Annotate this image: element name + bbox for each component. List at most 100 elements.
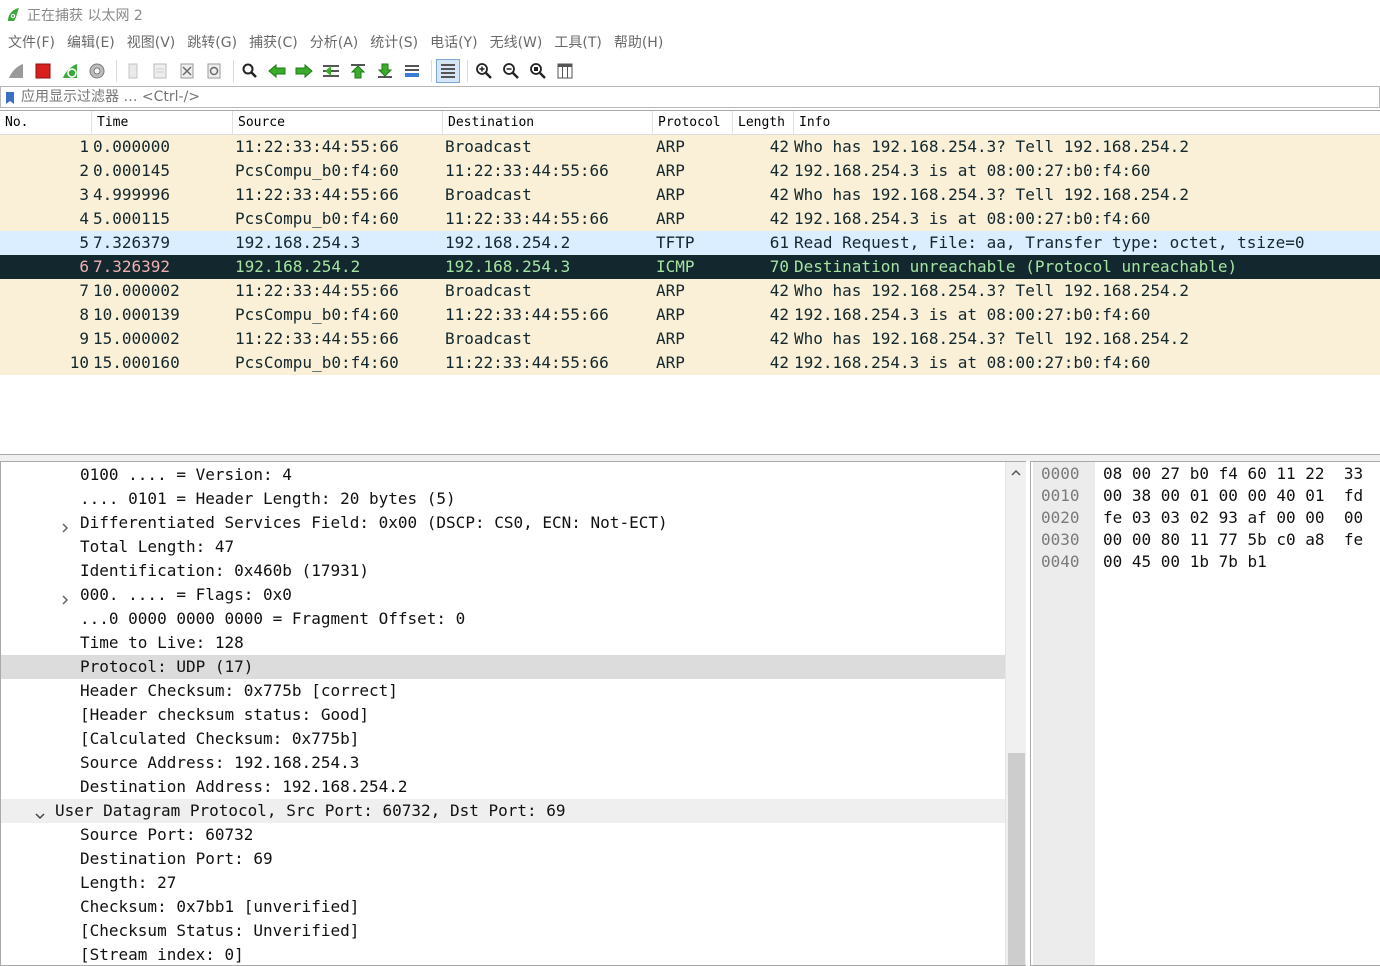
menu-item[interactable]: 工具(T) — [548, 30, 607, 56]
go-first-icon[interactable] — [346, 59, 370, 83]
colorize-icon[interactable] — [436, 59, 460, 83]
packet-details-tree: 0100 .... = Version: 4 .... 0101 = Header… — [1, 463, 1005, 965]
packet-cell-info: Who has 192.168.254.3? Tell 192.168.254.… — [794, 185, 1189, 204]
zoom-in-icon[interactable] — [472, 59, 496, 83]
detail-tree-item[interactable]: .... 0101 = Header Length: 20 bytes (5) — [1, 487, 1005, 511]
column-header-info[interactable]: Info — [794, 111, 1380, 134]
zoom-normal-icon[interactable] — [526, 59, 550, 83]
packet-row[interactable]: 3 4.999996 11:22:33:44:55:66 Broadcast ARP 42… — [0, 183, 1380, 207]
capture-options-icon[interactable] — [85, 59, 109, 83]
byte-hex[interactable]: 00 45 00 1b 7b b1 — [1103, 551, 1267, 573]
detail-tree-item[interactable]: 0100 .... = Version: 4 — [1, 463, 1005, 487]
detail-text: Destination Port: 69 — [80, 849, 273, 868]
column-header-time[interactable]: Time — [92, 111, 233, 134]
chevron-down-icon[interactable] — [34, 805, 46, 820]
display-filter-input[interactable] — [21, 87, 1321, 107]
column-header-destination[interactable]: Destination — [443, 111, 653, 134]
scrollbar-thumb[interactable] — [1008, 753, 1025, 965]
detail-tree-item[interactable]: User Datagram Protocol, Src Port: 60732,… — [1, 799, 1005, 823]
menu-item[interactable]: 捕获(C) — [243, 30, 304, 56]
details-scrollbar[interactable] — [1005, 462, 1026, 965]
detail-tree-item[interactable]: ...0 0000 0000 0000 = Fragment Offset: 0 — [1, 607, 1005, 631]
shark-fin-start-icon[interactable] — [4, 59, 28, 83]
packet-row[interactable]: 10 15.000160 PcsCompu_b0:f4:60 11:22:33:44:… — [0, 351, 1380, 375]
open-file-icon[interactable] — [121, 59, 145, 83]
go-back-icon[interactable] — [265, 59, 289, 83]
detail-tree-item[interactable]: 000. .... = Flags: 0x0 — [1, 583, 1005, 607]
packet-cell-destination: Broadcast — [445, 185, 532, 204]
reload-file-icon[interactable] — [202, 59, 226, 83]
detail-tree-item[interactable]: Source Address: 192.168.254.3 — [1, 751, 1005, 775]
packet-cell-no: 7 — [79, 281, 89, 300]
packet-row[interactable]: 9 15.000002 11:22:33:44:55:66 Broadcast ARP 4… — [0, 327, 1380, 351]
packet-row[interactable]: 6 7.326392 192.168.254.2 192.168.254.3 ICMP 7… — [0, 255, 1380, 279]
resize-columns-icon[interactable] — [553, 59, 577, 83]
detail-tree-item[interactable]: Destination Port: 69 — [1, 847, 1005, 871]
packet-cell-length: 42 — [769, 305, 789, 324]
column-header-protocol[interactable]: Protocol — [653, 111, 733, 134]
packet-cell-no: 4 — [79, 209, 89, 228]
packet-cell-no: 3 — [79, 185, 89, 204]
detail-tree-item[interactable]: [Checksum Status: Unverified] — [1, 919, 1005, 943]
bookmark-icon[interactable] — [5, 90, 15, 104]
packet-cell-protocol: ARP — [656, 353, 685, 372]
byte-hex[interactable]: fe 03 03 02 93 af 00 00 00 — [1103, 507, 1363, 529]
detail-tree-item[interactable]: Time to Live: 128 — [1, 631, 1005, 655]
packet-row[interactable]: 8 10.000139 PcsCompu_b0:f4:60 11:22:33:44:5… — [0, 303, 1380, 327]
packet-row[interactable]: 1 0.000000 11:22:33:44:55:66 Broadcast ARP 42… — [0, 135, 1380, 159]
byte-hex[interactable]: 08 00 27 b0 f4 60 11 22 33 — [1103, 463, 1363, 485]
packet-cell-protocol: ARP — [656, 305, 685, 324]
detail-tree-item[interactable]: Total Length: 47 — [1, 535, 1005, 559]
packet-cell-destination: Broadcast — [445, 281, 532, 300]
detail-tree-item[interactable]: Source Port: 60732 — [1, 823, 1005, 847]
packet-cell-length: 42 — [769, 137, 789, 156]
column-header-source[interactable]: Source — [233, 111, 443, 134]
find-packet-icon[interactable] — [238, 59, 262, 83]
menu-item[interactable]: 跳转(G) — [181, 30, 243, 56]
go-forward-icon[interactable] — [292, 59, 316, 83]
menu-item[interactable]: 电话(Y) — [424, 30, 483, 56]
detail-tree-item[interactable]: Identification: 0x460b (17931) — [1, 559, 1005, 583]
detail-tree-item[interactable]: [Header checksum status: Good] — [1, 703, 1005, 727]
byte-hex[interactable]: 00 38 00 01 00 00 40 01 fd — [1103, 485, 1363, 507]
title-bar: 正在捕获 以太网 2 — [0, 0, 1380, 30]
detail-tree-item[interactable]: Header Checksum: 0x775b [correct] — [1, 679, 1005, 703]
menu-item[interactable]: 视图(V) — [121, 30, 182, 56]
scroll-up-icon[interactable] — [1009, 465, 1023, 479]
menu-item[interactable]: 无线(W) — [484, 30, 549, 56]
packet-row[interactable]: 7 10.000002 11:22:33:44:55:66 Broadcast ARP 4… — [0, 279, 1380, 303]
menu-item[interactable]: 帮助(H) — [608, 30, 669, 56]
byte-hex[interactable]: 00 00 80 11 77 5b c0 a8 fe — [1103, 529, 1363, 551]
menu-item[interactable]: 统计(S) — [364, 30, 424, 56]
packet-cell-info: Read Request, File: aa, Transfer type: o… — [794, 233, 1305, 252]
detail-tree-item[interactable]: [Stream index: 0] — [1, 943, 1005, 965]
packet-cell-length: 61 — [769, 233, 789, 252]
chevron-right-icon[interactable] — [59, 589, 71, 605]
detail-tree-item[interactable]: [Calculated Checksum: 0x775b] — [1, 727, 1005, 751]
auto-scroll-icon[interactable] — [400, 59, 424, 83]
column-header-no[interactable]: No. — [0, 111, 92, 134]
go-last-icon[interactable] — [373, 59, 397, 83]
detail-tree-item[interactable]: Checksum: 0x7bb1 [unverified] — [1, 895, 1005, 919]
packet-cell-length: 70 — [769, 257, 789, 276]
detail-tree-item[interactable]: Protocol: UDP (17) — [1, 655, 1005, 679]
packet-row[interactable]: 4 5.000115 PcsCompu_b0:f4:60 11:22:33:44:55… — [0, 207, 1380, 231]
menu-item[interactable]: 编辑(E) — [61, 30, 121, 56]
detail-tree-item[interactable]: Length: 27 — [1, 871, 1005, 895]
menu-item[interactable]: 文件(F) — [2, 30, 61, 56]
zoom-out-icon[interactable] — [499, 59, 523, 83]
detail-tree-item[interactable]: Destination Address: 192.168.254.2 — [1, 775, 1005, 799]
detail-tree-item[interactable]: Differentiated Services Field: 0x00 (DSC… — [1, 511, 1005, 535]
column-header-length[interactable]: Length — [733, 111, 794, 134]
go-to-packet-icon[interactable] — [319, 59, 343, 83]
restart-capture-icon[interactable] — [58, 59, 82, 83]
menu-item[interactable]: 分析(A) — [304, 30, 365, 56]
save-file-icon[interactable] — [148, 59, 172, 83]
byte-offset: 0010 — [1041, 486, 1080, 505]
chevron-right-icon[interactable] — [59, 517, 71, 533]
stop-capture-icon[interactable] — [31, 59, 55, 83]
packet-row[interactable]: 5 7.326379 192.168.254.3 192.168.254.2 TFTP 6… — [0, 231, 1380, 255]
close-file-icon[interactable] — [175, 59, 199, 83]
packet-row[interactable]: 2 0.000145 PcsCompu_b0:f4:60 11:22:33:44:55… — [0, 159, 1380, 183]
detail-text: [Header checksum status: Good] — [80, 705, 369, 724]
